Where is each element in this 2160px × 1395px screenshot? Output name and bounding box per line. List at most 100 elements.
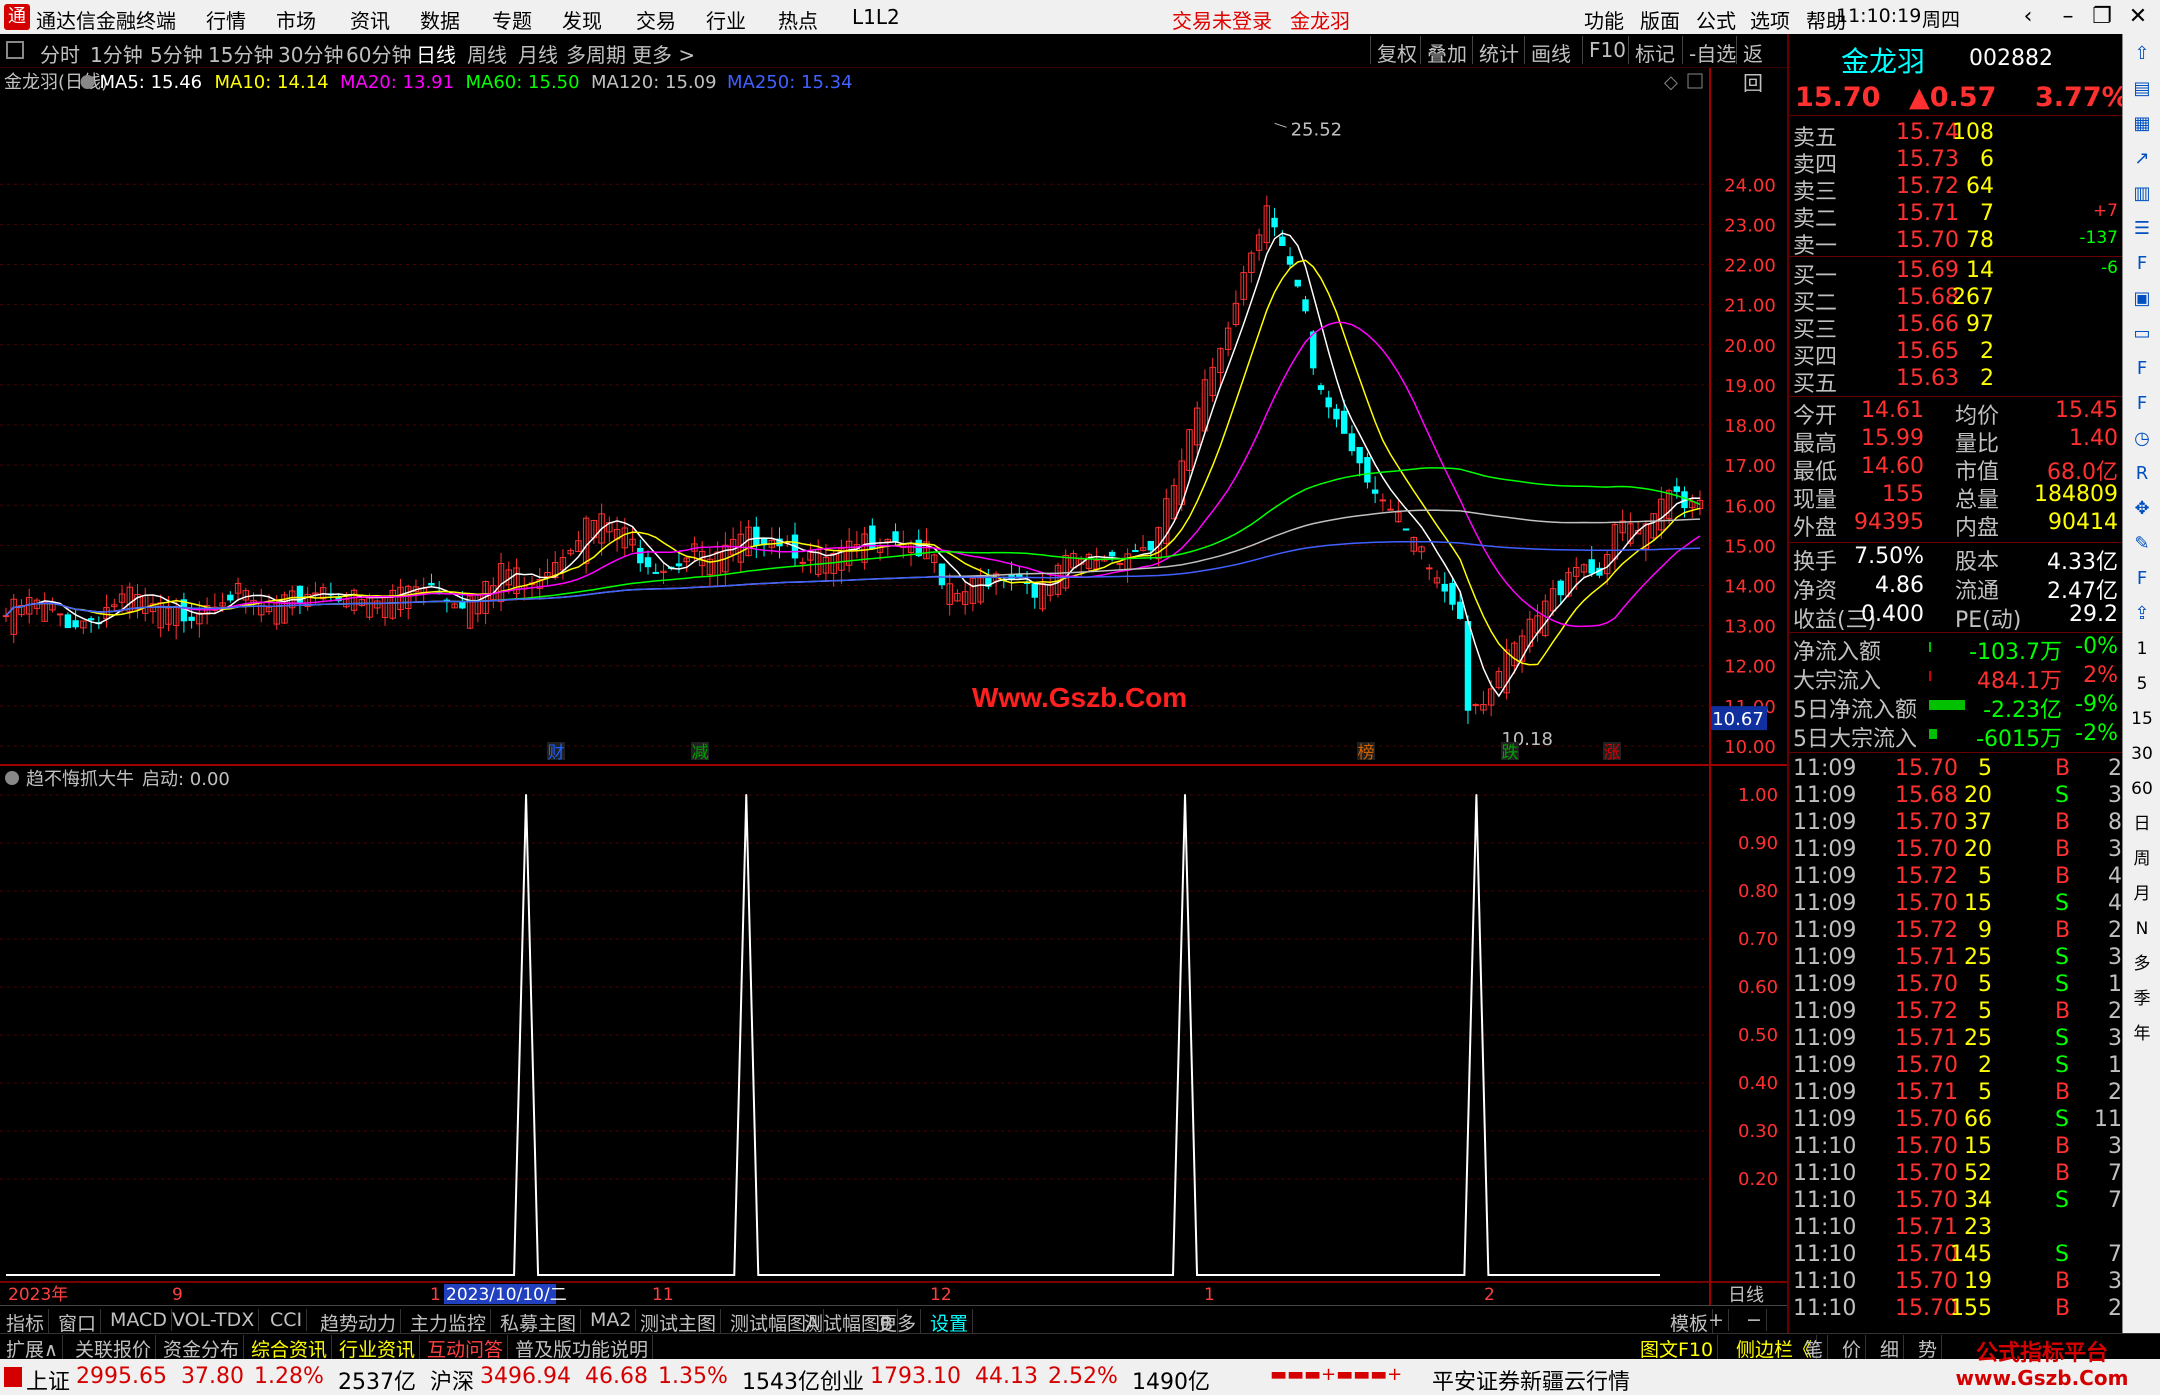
kline-icon[interactable]: ▥ xyxy=(2128,180,2156,208)
f5-icon[interactable]: F xyxy=(2128,565,2156,593)
indicator-tab[interactable]: 窗口 xyxy=(54,1309,102,1336)
template-tab[interactable]: + xyxy=(1704,1309,1729,1331)
ext-right-tab[interactable]: 图文F10 xyxy=(1636,1335,1719,1362)
period-tab[interactable]: 分时 xyxy=(40,39,80,68)
indicator-tab[interactable]: 私募主图 xyxy=(496,1309,582,1336)
period-shortcut[interactable]: 15 xyxy=(2128,705,2156,733)
up-arrow-icon[interactable]: ⇧ xyxy=(2128,40,2156,68)
period-tab[interactable]: 60分钟 xyxy=(346,39,411,68)
period-shortcut[interactable]: 周 xyxy=(2128,845,2156,873)
move-icon[interactable]: ✥ xyxy=(2128,495,2156,523)
period-tab[interactable]: 更多 > xyxy=(632,39,695,68)
indicator-tab[interactable]: 指标 xyxy=(2,1309,50,1336)
grid-icon[interactable]: ▦ xyxy=(2128,110,2156,138)
indicator-tab[interactable]: MACD xyxy=(106,1309,172,1331)
ext-right-tab[interactable]: 势 xyxy=(1914,1335,1943,1362)
chart-icon[interactable]: ▤ xyxy=(2128,75,2156,103)
ext-right-tab[interactable]: 细 xyxy=(1876,1335,1905,1362)
list-icon[interactable]: ☰ xyxy=(2128,215,2156,243)
doc-icon[interactable]: ▭ xyxy=(2128,320,2156,348)
f3-icon[interactable]: F xyxy=(2128,390,2156,418)
ext-right-tab[interactable]: 价 xyxy=(1838,1335,1867,1362)
news-icon[interactable]: ▣ xyxy=(2128,285,2156,313)
close-icon[interactable]: ✕ xyxy=(2118,2,2158,32)
f2-icon[interactable]: F xyxy=(2128,355,2156,383)
back-icon[interactable]: ‹ xyxy=(2008,2,2048,32)
indicator-tab[interactable]: 趋势动力 xyxy=(316,1309,402,1336)
chart-tool-button[interactable]: 返回 xyxy=(1736,36,1787,95)
line-icon[interactable]: ↗ xyxy=(2128,145,2156,173)
period-shortcut[interactable]: 日 xyxy=(2128,810,2156,838)
collapse-icon[interactable] xyxy=(6,41,24,59)
period-tab[interactable]: 多周期 xyxy=(566,39,626,68)
extension-tab[interactable]: 互动问答 xyxy=(423,1335,509,1362)
template-tab[interactable]: − xyxy=(1742,1309,1767,1331)
ext-right-tab[interactable]: 笔 xyxy=(1800,1335,1829,1362)
menu-item[interactable]: 市场 xyxy=(276,5,316,34)
menu-item[interactable]: 数据 xyxy=(420,5,460,34)
index-name[interactable]: 创业 xyxy=(820,1364,864,1395)
chart-tool-button[interactable]: 复权 xyxy=(1370,36,1423,66)
period-tab[interactable]: 周线 xyxy=(467,39,507,68)
period-shortcut[interactable]: 30 xyxy=(2128,740,2156,768)
period-tab[interactable]: 15分钟 xyxy=(208,39,273,68)
menu-item[interactable]: 资讯 xyxy=(350,5,390,34)
chart-tool-button[interactable]: F10 xyxy=(1582,36,1632,64)
period-shortcut[interactable]: 60 xyxy=(2128,775,2156,803)
period-shortcut[interactable]: 季 xyxy=(2128,985,2156,1013)
chart-tool-button[interactable]: 统计 xyxy=(1472,36,1525,66)
right-menu-item[interactable]: 帮助 xyxy=(1806,5,1846,34)
pen-icon[interactable]: ✎ xyxy=(2128,530,2156,558)
extension-tab[interactable]: 行业资讯 xyxy=(335,1335,421,1362)
menu-item[interactable]: 热点 xyxy=(778,5,818,34)
rsi-icon[interactable]: R xyxy=(2128,460,2156,488)
index-name[interactable]: 上证 xyxy=(26,1364,70,1395)
period-shortcut[interactable]: 年 xyxy=(2128,1020,2156,1048)
login-status[interactable]: 交易未登录 xyxy=(1172,5,1272,34)
index-status-bar: 上证 2995.65 37.80 1.28% 2537亿 沪深 3496.94 46.68 1.… xyxy=(0,1359,2160,1395)
right-menu-item[interactable]: 选项 xyxy=(1750,5,1790,34)
extension-tab[interactable]: 综合资讯 xyxy=(247,1335,333,1362)
indicator-tab[interactable]: 设置 xyxy=(926,1309,974,1336)
period-tab[interactable]: 日线 xyxy=(416,39,456,68)
chart-tool-button[interactable]: 画线 xyxy=(1524,36,1577,66)
index-name[interactable]: 沪深 xyxy=(430,1364,474,1395)
extension-tab[interactable]: 关联报价 xyxy=(71,1335,157,1362)
indicator-tab[interactable]: VOL-TDX xyxy=(168,1309,260,1331)
extension-tab[interactable]: 普及版功能说明 xyxy=(511,1335,654,1362)
stat-label: 换手 xyxy=(1793,550,1838,575)
indicator-tab[interactable]: 主力监控 xyxy=(406,1309,492,1336)
indicator-tab[interactable]: MA2 xyxy=(586,1309,637,1331)
right-menu-item[interactable]: 功能 xyxy=(1584,5,1624,34)
kline-chart[interactable]: 24.0023.0022.0021.0020.0019.0018.0017.00… xyxy=(0,68,1787,1308)
chart-tool-button[interactable]: 叠加 xyxy=(1420,36,1473,66)
period-tab[interactable]: 1分钟 xyxy=(90,39,143,68)
menu-item[interactable]: 行情 xyxy=(206,5,246,34)
menu-item[interactable]: 交易 xyxy=(636,5,676,34)
menu-item[interactable]: 行业 xyxy=(706,5,746,34)
right-menu-item[interactable]: 公式 xyxy=(1696,5,1736,34)
period-tab[interactable]: 5分钟 xyxy=(150,39,203,68)
period-shortcut[interactable]: 5 xyxy=(2128,670,2156,698)
period-shortcut[interactable]: 多 xyxy=(2128,950,2156,978)
period-tab[interactable]: 月线 xyxy=(518,39,558,68)
menu-item[interactable]: 发现 xyxy=(562,5,602,34)
clock-icon[interactable]: ◷ xyxy=(2128,425,2156,453)
share-icon[interactable]: ⇪ xyxy=(2128,600,2156,628)
period-tab[interactable]: 30分钟 xyxy=(278,39,343,68)
chart-tool-button[interactable]: -自选 xyxy=(1682,36,1742,66)
right-menu-item[interactable]: 版面 xyxy=(1640,5,1680,34)
restore-icon[interactable]: ❐ xyxy=(2082,2,2122,32)
period-shortcut[interactable]: 月 xyxy=(2128,880,2156,908)
extension-tab[interactable]: 资金分布 xyxy=(159,1335,245,1362)
period-shortcut[interactable]: 1 xyxy=(2128,635,2156,663)
chart-tool-button[interactable]: 标记 xyxy=(1628,36,1681,66)
period-shortcut[interactable]: N xyxy=(2128,915,2156,943)
extension-tab[interactable]: 扩展∧ xyxy=(2,1335,63,1362)
indicator-tab[interactable]: 更多 xyxy=(874,1309,922,1336)
f10-icon[interactable]: F xyxy=(2128,250,2156,278)
menu-item[interactable]: L1L2 xyxy=(852,5,900,29)
indicator-tab[interactable]: 测试主图 xyxy=(636,1309,722,1336)
menu-item[interactable]: 专题 xyxy=(492,5,532,34)
indicator-tab[interactable]: CCI xyxy=(266,1309,308,1331)
